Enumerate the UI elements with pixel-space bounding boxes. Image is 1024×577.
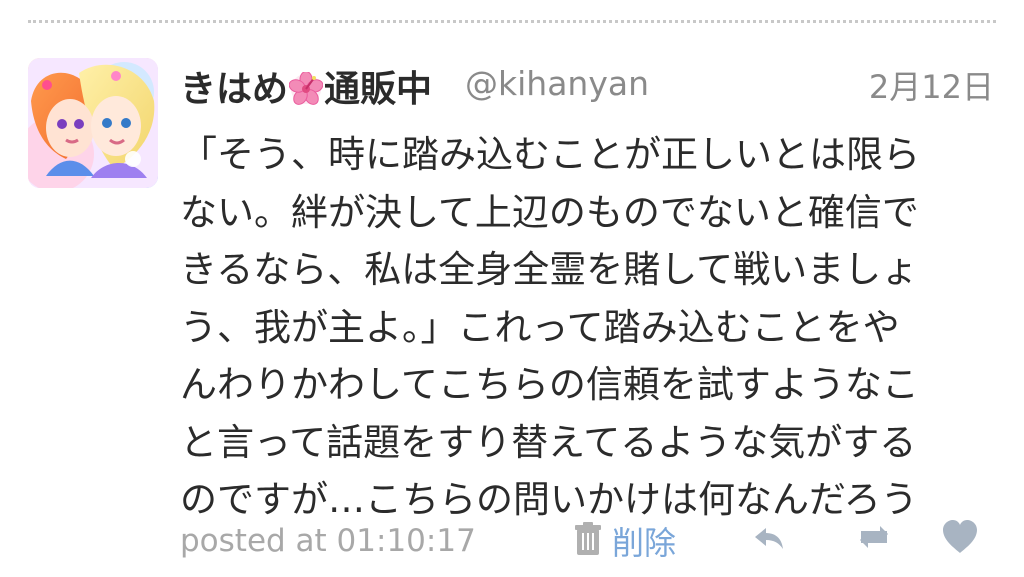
- tweet-line: ない。絆が決して上辺のものでないと確信で: [180, 190, 919, 234]
- top-dotted-divider: [28, 20, 996, 23]
- display-name-prefix: きはめ: [180, 69, 289, 110]
- tweet-line: きるなら、私は全身全霊を賭して戦いましょ: [180, 248, 919, 291]
- display-name[interactable]: きはめ 通販中: [180, 60, 432, 112]
- trash-icon: [572, 521, 604, 561]
- tweet-line: と言って話題をすり替えてるような気がする: [180, 420, 917, 464]
- tweet-header: きはめ 通販中 @kihanyan 2月12日: [180, 58, 994, 110]
- heart-icon: [938, 515, 982, 559]
- retweet-button[interactable]: [852, 515, 896, 559]
- display-name-suffix: 通販中: [324, 69, 433, 110]
- delete-label: 削除: [612, 524, 677, 562]
- hibiscus-icon: [288, 71, 324, 106]
- tweet-body: 「そう、時に踏み込むことが正しいとは限ら ない。絆が決して上辺のものでないと確信…: [180, 126, 996, 529]
- tweet-line: う、我が主よ。」これって踏み込むことをや: [180, 305, 900, 349]
- posted-time: posted at 01:10:17: [180, 523, 476, 559]
- username[interactable]: @kihanyan: [465, 64, 649, 103]
- like-button[interactable]: [938, 515, 982, 559]
- tweet-line: んわりかわしてこちらの信頼を試すようなこ: [180, 363, 919, 406]
- tweet-line: 「そう、時に踏み込むことが正しいとは限ら: [180, 133, 920, 176]
- tweet-footer: posted at 01:10:17 削除: [180, 515, 998, 567]
- reply-icon: [747, 515, 791, 559]
- avatar[interactable]: [28, 58, 158, 188]
- retweet-icon: [852, 515, 896, 559]
- tweet-date[interactable]: 2月12日: [869, 62, 994, 108]
- delete-button[interactable]: 削除: [572, 519, 676, 563]
- reply-button[interactable]: [747, 515, 791, 559]
- tweet-card: きはめ 通販中 @kihanyan 2月12日 「そう、時に踏み込むことが正しい…: [0, 0, 1024, 577]
